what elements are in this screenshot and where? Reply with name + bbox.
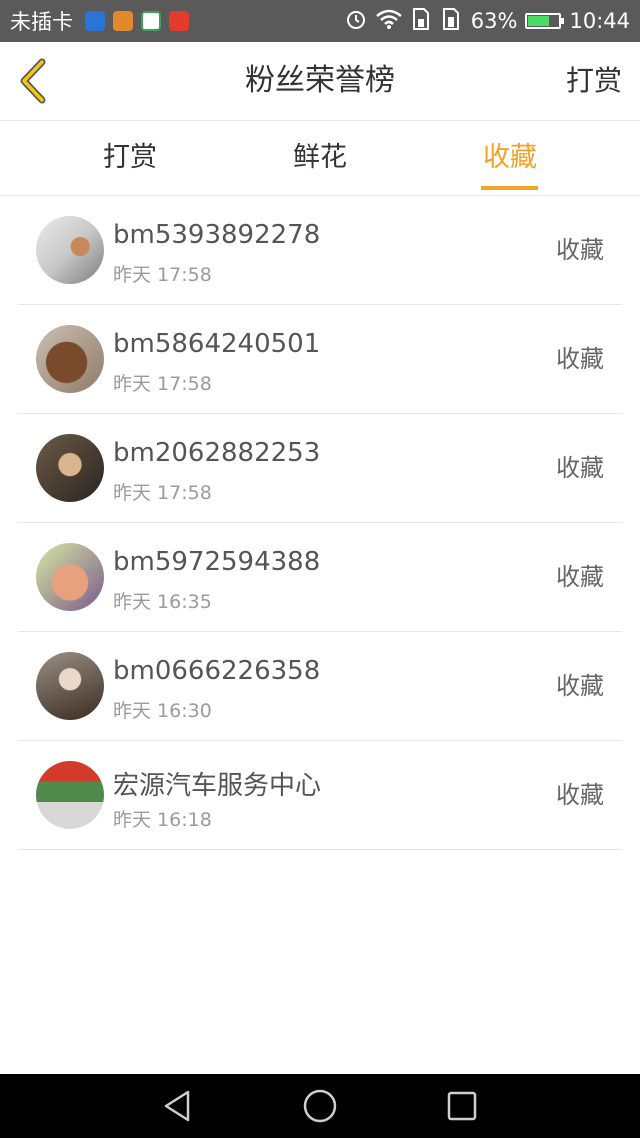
avatar[interactable]	[36, 761, 104, 829]
fan-action-label: 收藏	[556, 781, 604, 809]
status-bar-left: 未插卡	[10, 0, 189, 42]
battery-fill	[528, 16, 549, 26]
sim2-icon	[441, 7, 463, 36]
avatar[interactable]	[36, 543, 104, 611]
fan-action-label: 收藏	[556, 454, 604, 482]
fan-time: 昨天 17:58	[113, 482, 212, 504]
fan-action-label: 收藏	[556, 345, 604, 373]
battery-icon	[525, 13, 565, 29]
wifi-icon	[375, 8, 403, 35]
alarm-icon	[345, 8, 367, 35]
fan-time: 昨天 17:58	[113, 373, 212, 395]
fan-time: 昨天 16:30	[113, 700, 212, 722]
fan-list: bm5393892278 昨天 17:58 收藏 bm5864240501 昨天…	[18, 196, 622, 850]
fan-action-label: 收藏	[556, 672, 604, 700]
list-item[interactable]: bm5972594388 昨天 16:35 收藏	[18, 523, 622, 632]
battery-percent: 63%	[470, 9, 518, 33]
active-tab-indicator	[481, 186, 538, 190]
avatar[interactable]	[36, 652, 104, 720]
fan-name: bm5864240501	[113, 329, 321, 359]
shield-app-icon	[85, 11, 105, 31]
avatar[interactable]	[36, 216, 104, 284]
list-item[interactable]: bm5864240501 昨天 17:58 收藏	[18, 305, 622, 414]
fan-name: bm5972594388	[113, 547, 321, 577]
clock: 10:44	[569, 9, 630, 33]
carrier-label: 未插卡	[10, 10, 73, 34]
system-nav-bar	[0, 1074, 640, 1138]
avatar[interactable]	[36, 325, 104, 393]
fan-time: 昨天 17:58	[113, 264, 212, 286]
nav-back-button[interactable]	[160, 1088, 196, 1124]
list-item[interactable]: bm0666226358 昨天 16:30 收藏	[18, 632, 622, 741]
fan-name: bm5393892278	[113, 220, 321, 250]
page-title: 粉丝荣誉榜	[245, 63, 395, 98]
fan-time: 昨天 16:18	[113, 809, 212, 831]
status-bar: 未插卡 63% 10:44	[0, 0, 640, 42]
tab-bar: 打赏 鲜花 收藏	[0, 121, 640, 196]
fan-action-label: 收藏	[556, 236, 604, 264]
tab-flowers[interactable]: 鲜花	[250, 121, 390, 195]
weibo-app-icon	[169, 11, 189, 31]
avatar[interactable]	[36, 434, 104, 502]
list-item[interactable]: bm2062882253 昨天 17:58 收藏	[18, 414, 622, 523]
fan-name: 宏源汽车服务中心	[113, 771, 322, 801]
home-circle-icon	[303, 1089, 337, 1123]
fan-name: bm2062882253	[113, 438, 321, 468]
tab-favorites[interactable]: 收藏	[440, 121, 580, 195]
nav-recents-button[interactable]	[444, 1088, 480, 1124]
recents-square-icon	[447, 1091, 477, 1121]
fan-time: 昨天 16:35	[113, 591, 212, 613]
nav-home-button[interactable]	[302, 1088, 338, 1124]
back-triangle-icon	[164, 1090, 190, 1122]
app-header: 粉丝荣誉榜 打赏	[0, 42, 640, 121]
list-item[interactable]: 宏源汽车服务中心 昨天 16:18 收藏	[18, 741, 622, 850]
reward-button[interactable]: 打赏	[566, 42, 622, 120]
status-bar-right: 63% 10:44	[345, 0, 630, 42]
tools-app-icon	[113, 11, 133, 31]
fan-action-label: 收藏	[556, 563, 604, 591]
fan-name: bm0666226358	[113, 656, 321, 686]
list-item[interactable]: bm5393892278 昨天 17:58 收藏	[18, 196, 622, 305]
tab-reward[interactable]: 打赏	[60, 121, 200, 195]
sim1-icon	[411, 7, 433, 36]
browser-app-icon	[141, 11, 161, 31]
